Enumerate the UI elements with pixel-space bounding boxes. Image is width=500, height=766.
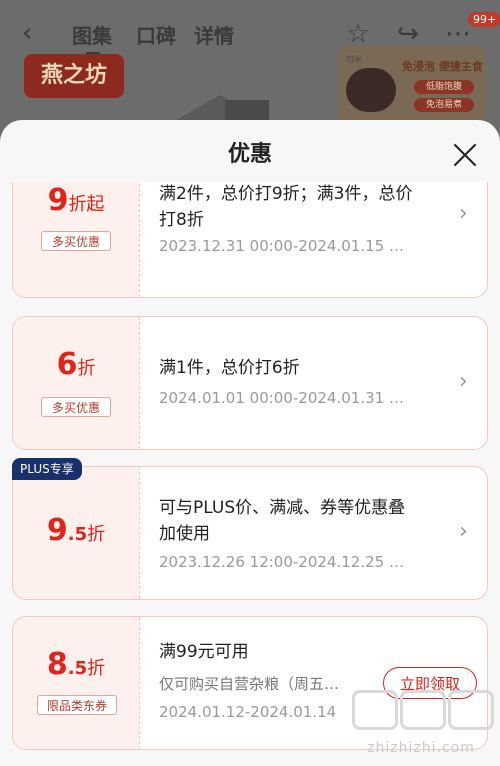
watermark-logo-icon xyxy=(400,690,446,730)
chevron-right-icon: › xyxy=(459,369,468,394)
rice-bowl-image xyxy=(346,68,396,112)
discount-number: 9 xyxy=(46,513,68,548)
coupon-type-tag: 多买优惠 xyxy=(41,397,111,417)
promo-title: 免浸泡 便捷主食 xyxy=(402,60,483,73)
discount-sheet: 优惠 9折起 多买优惠 满2件，总价打9折；满3件，总价打8折 2023.12.… xyxy=(0,120,500,766)
coupon-left-panel xyxy=(13,317,139,449)
product-label xyxy=(225,100,269,122)
watermark-logo-icon xyxy=(352,690,398,730)
tab-details[interactable]: 详情 xyxy=(194,20,234,49)
chevron-right-icon: › xyxy=(459,201,468,226)
watermark-text: zhizhizhi.com xyxy=(367,740,475,756)
coupon-validity: 2024.01.01 00:00-2024.01.31 23:59 xyxy=(159,389,409,407)
coupon-type-tag: 多买优惠 xyxy=(41,231,111,251)
close-button[interactable] xyxy=(450,140,480,170)
plus-exclusive-badge: PLUS专享 xyxy=(12,458,82,480)
active-tab-indicator xyxy=(86,46,100,54)
tab-gallery[interactable]: 图集 xyxy=(72,20,112,49)
coupon-type-tag: 限品类东券 xyxy=(37,695,117,715)
discount-number: 6 xyxy=(56,347,78,382)
discount-decimal: .5 xyxy=(67,658,88,679)
coupon-validity: 2023.12.26 12:00-2024.12.25 23:59 xyxy=(159,553,409,571)
discount-number: 9 xyxy=(47,183,69,218)
promo-pill: 低脂饱腹 xyxy=(414,80,474,94)
discount-decimal: .5 xyxy=(67,524,88,545)
site-watermark: zhizhizhi.com xyxy=(346,690,496,762)
coupon-description: 满99元可用 xyxy=(159,642,249,662)
coupon-divider xyxy=(139,317,140,449)
watermark-logo-icon xyxy=(448,690,494,730)
discount-unit: 折 xyxy=(77,358,96,379)
coupon-divider xyxy=(139,467,140,599)
coupon-card[interactable]: 9折起 多买优惠 满2件，总价打9折；满3件，总价打8折 2023.12.31 … xyxy=(12,182,488,298)
discount-unit: 折 xyxy=(87,524,106,545)
chevron-right-icon: › xyxy=(459,519,468,544)
coupon-card[interactable]: 6折 多买优惠 满1件，总价打6折 2024.01.01 00:00-2024.… xyxy=(12,316,488,450)
tab-reviews[interactable]: 口碑 xyxy=(136,20,176,49)
sheet-title: 优惠 xyxy=(227,142,272,167)
discount-amount: 9.5折 xyxy=(13,513,139,548)
discount-amount: 6折 xyxy=(13,347,139,382)
coupon-description: 可与PLUS价、满减、券等优惠叠加使用 xyxy=(159,498,406,544)
coupon-scope: 仅可购买自营杂粮（周五… xyxy=(159,675,340,693)
coupon-card[interactable]: 9.5折 可与PLUS价、满减、券等优惠叠加使用 2023.12.26 12:0… xyxy=(12,466,488,600)
coupon-divider xyxy=(139,617,140,749)
back-arrow-icon[interactable]: ‹ xyxy=(22,18,46,48)
promo-brand: 可米 xyxy=(346,55,362,64)
coupon-description: 满2件，总价打9折；满3件，总价打8折 xyxy=(159,184,413,230)
discount-amount: 9折起 xyxy=(13,183,139,218)
discount-number: 8 xyxy=(46,647,68,682)
cart-count-badge: 99+ xyxy=(468,12,500,27)
discount-amount: 8.5折 xyxy=(13,647,139,682)
coupon-list[interactable]: 9折起 多买优惠 满2件，总价打9折；满3件，总价打8折 2023.12.31 … xyxy=(0,182,500,766)
coupon-description: 满1件，总价打6折 xyxy=(159,358,300,378)
brand-logo: 燕之坊 xyxy=(24,54,124,98)
coupon-validity: 2023.12.31 00:00-2024.01.15 23:59 xyxy=(159,237,409,255)
discount-unit: 折 xyxy=(87,658,106,679)
discount-unit: 折起 xyxy=(68,194,105,215)
promo-pill: 免泡易煮 xyxy=(414,98,474,112)
promo-banner[interactable]: 可米 免浸泡 便捷主食 低脂饱腹 免泡易煮 xyxy=(338,46,486,126)
coupon-left-panel xyxy=(13,617,139,749)
coupon-divider xyxy=(139,182,140,297)
